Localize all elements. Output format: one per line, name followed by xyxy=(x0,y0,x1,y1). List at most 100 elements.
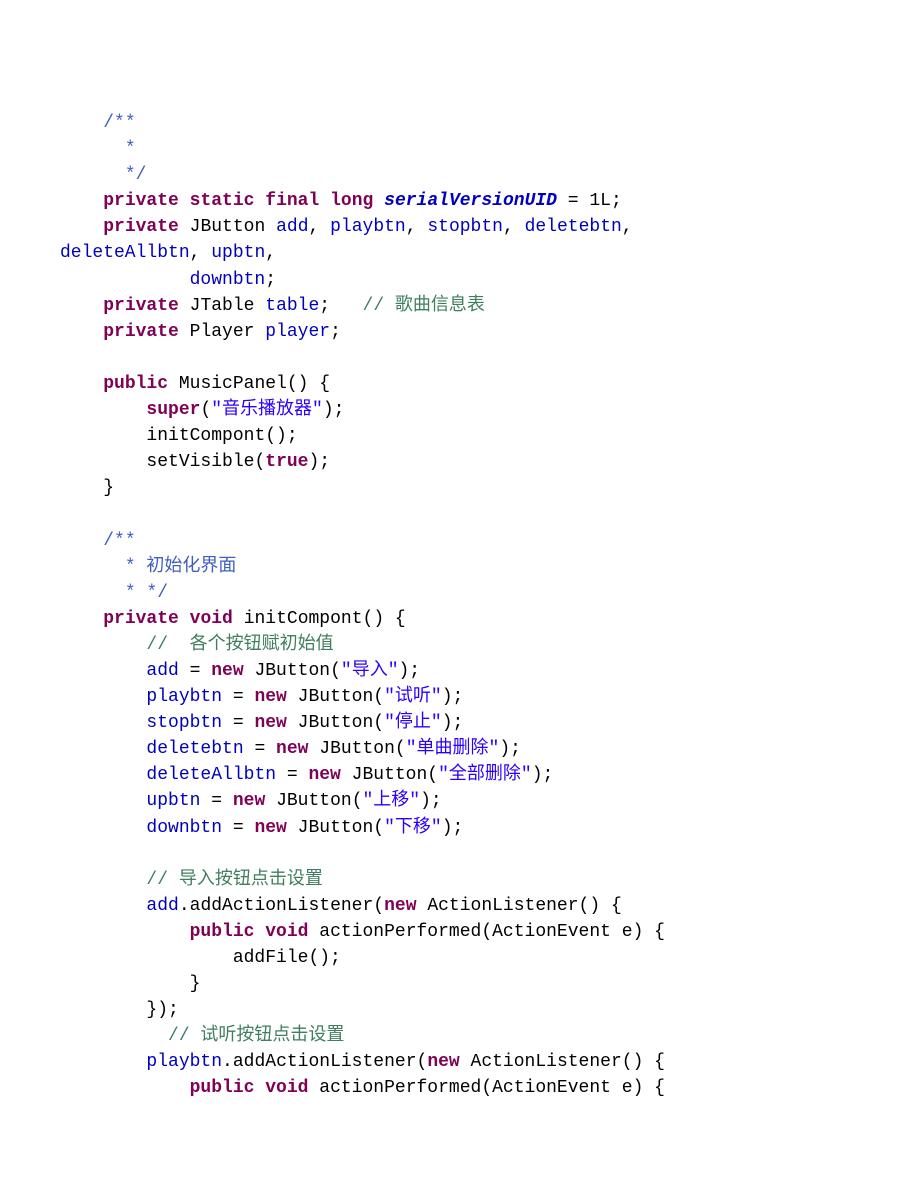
indent xyxy=(60,948,233,968)
indent xyxy=(60,1052,146,1072)
indent xyxy=(60,217,103,237)
lparen: ( xyxy=(395,739,406,759)
comment-play-click: // 试听按钮点击设置 xyxy=(168,1026,344,1046)
rparen-semi: ); xyxy=(308,452,330,472)
field-deleteallbtn: deleteAllbtn xyxy=(60,243,190,263)
indent xyxy=(60,531,103,551)
space xyxy=(265,217,276,237)
field-downbtn: downbtn xyxy=(146,818,222,838)
javadoc-line: * */ xyxy=(114,583,168,603)
lparen: ( xyxy=(373,713,384,733)
space xyxy=(254,1078,265,1098)
space xyxy=(254,191,265,211)
rparen-brace: ) { xyxy=(633,1078,665,1098)
method-call: setVisible xyxy=(146,452,254,472)
rparen-brace: ) { xyxy=(633,922,665,942)
indent xyxy=(60,165,114,185)
space xyxy=(611,1078,622,1098)
string-delete-all: "全部删除" xyxy=(438,765,532,785)
type-jbutton: JButton xyxy=(298,687,374,707)
parens: (); xyxy=(265,426,297,446)
keyword-public: public xyxy=(103,374,168,394)
indent xyxy=(60,922,190,942)
type-jbutton: JButton xyxy=(190,217,266,237)
space xyxy=(179,322,190,342)
param-e: e xyxy=(622,922,633,942)
keyword-new: new xyxy=(254,713,286,733)
rparen-semi: ); xyxy=(420,791,442,811)
field-downbtn: downbtn xyxy=(190,270,266,290)
type-actionevent: ActionEvent xyxy=(492,922,611,942)
indent xyxy=(60,713,146,733)
keyword-void: void xyxy=(265,922,308,942)
close-anon: }); xyxy=(146,1000,178,1020)
indent xyxy=(60,583,114,603)
rparen-semi: ); xyxy=(442,713,464,733)
indent xyxy=(60,139,114,159)
indent xyxy=(60,765,146,785)
indent xyxy=(60,270,190,290)
keyword-true: true xyxy=(265,452,308,472)
method-name: actionPerformed xyxy=(319,1078,481,1098)
indent xyxy=(60,609,103,629)
field-table: table xyxy=(265,296,319,316)
keyword-static: static xyxy=(190,191,255,211)
method-call: addFile xyxy=(233,948,309,968)
string-move-up: "上移" xyxy=(363,791,421,811)
comma: , xyxy=(190,243,212,263)
method-call: initCompont xyxy=(146,426,265,446)
keyword-private: private xyxy=(103,191,179,211)
lparen: ( xyxy=(373,896,384,916)
indent xyxy=(60,1000,146,1020)
space xyxy=(341,765,352,785)
method-call: addActionListener xyxy=(190,896,374,916)
indent xyxy=(60,322,103,342)
field-deleteallbtn: deleteAllbtn xyxy=(146,765,276,785)
field-stopbtn: stopbtn xyxy=(146,713,222,733)
string-move-down: "下移" xyxy=(384,818,442,838)
string-play: "试听" xyxy=(384,687,442,707)
indent xyxy=(60,1078,190,1098)
indent xyxy=(60,478,103,498)
field-player: player xyxy=(265,322,330,342)
rparen-semi: ); xyxy=(499,739,521,759)
field-add: add xyxy=(146,896,178,916)
javadoc-line: * xyxy=(114,139,136,159)
comma: , xyxy=(406,217,428,237)
space xyxy=(319,191,330,211)
field-playbtn: playbtn xyxy=(330,217,406,237)
keyword-final: final xyxy=(265,191,319,211)
equals: = xyxy=(222,818,254,838)
indent xyxy=(60,113,103,133)
space xyxy=(179,296,190,316)
constructor-name: MusicPanel xyxy=(179,374,287,394)
space xyxy=(308,739,319,759)
type-player: Player xyxy=(190,322,255,342)
space xyxy=(611,922,622,942)
lparen: ( xyxy=(427,765,438,785)
lparen: ( xyxy=(417,1052,428,1072)
dot: . xyxy=(222,1052,233,1072)
number-literal: 1L xyxy=(589,191,611,211)
lparen: ( xyxy=(481,922,492,942)
equals: = xyxy=(222,687,254,707)
space xyxy=(146,1026,168,1046)
semicolon: ; xyxy=(319,296,330,316)
keyword-long: long xyxy=(330,191,373,211)
indent xyxy=(60,661,146,681)
keyword-new: new xyxy=(233,791,265,811)
lparen: ( xyxy=(254,452,265,472)
method-call: addActionListener xyxy=(233,1052,417,1072)
indent xyxy=(60,818,146,838)
field-playbtn: playbtn xyxy=(146,1052,222,1072)
type-jbutton: JButton xyxy=(319,739,395,759)
space xyxy=(179,217,190,237)
space xyxy=(460,1052,471,1072)
javadoc-line: */ xyxy=(114,165,146,185)
keyword-super: super xyxy=(146,400,200,420)
type-jbutton: JButton xyxy=(254,661,330,681)
indent xyxy=(60,400,146,420)
keyword-public: public xyxy=(190,922,255,942)
string-stop: "停止" xyxy=(384,713,442,733)
string-import: "导入" xyxy=(341,661,399,681)
